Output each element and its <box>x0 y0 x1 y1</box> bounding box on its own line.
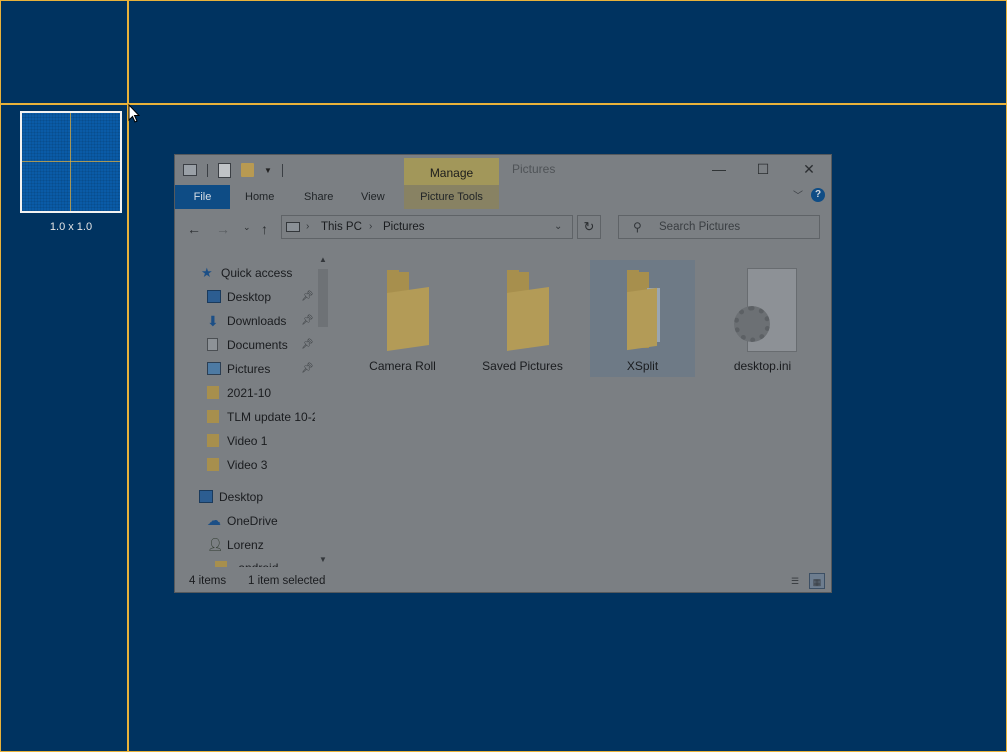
file-item-camera-roll[interactable]: Camera Roll <box>350 260 455 377</box>
mouse-cursor-icon <box>128 104 140 123</box>
folder-icon <box>207 434 219 447</box>
tab-view[interactable]: View <box>361 185 385 209</box>
file-item-saved-pictures[interactable]: Saved Pictures <box>470 260 575 377</box>
breadcrumb-separator: › <box>306 221 310 232</box>
desktop-icon <box>199 490 213 503</box>
file-item-desktop-ini[interactable]: desktop.ini <box>710 260 815 377</box>
search-input[interactable]: ⚲ Search Pictures <box>618 215 820 239</box>
large-icons-view-icon[interactable]: ▦ <box>809 573 825 589</box>
folder-icon <box>207 458 219 471</box>
desktop-icon <box>207 290 221 303</box>
expand-ribbon-chevron-icon[interactable]: ﹀ <box>793 187 803 202</box>
ribbon-tabs: File Home Share View Picture Tools <box>175 185 831 209</box>
document-icon <box>207 338 218 351</box>
window-system-icon[interactable] <box>183 164 197 176</box>
back-arrow-icon[interactable]: ← <box>187 221 201 237</box>
selection-count: 1 item selected <box>248 575 326 587</box>
file-item-xsplit[interactable]: XSplit <box>590 260 695 377</box>
folder-icon <box>215 561 227 567</box>
address-row: ← → ⌄ ↑ › This PC › Pictures ⌄ ↻ ⚲ Searc… <box>175 209 831 249</box>
search-icon: ⚲ <box>633 220 642 234</box>
pc-location-icon <box>286 222 300 232</box>
sidebar-item-documents[interactable]: Documents 📌︎ <box>207 335 314 355</box>
refresh-button[interactable]: ↻ <box>577 215 601 239</box>
star-icon: ★ <box>201 265 213 280</box>
pin-icon: 📌︎ <box>301 339 314 350</box>
title-bar: ▼ Manage Pictures — ☐ ✕ <box>175 155 831 185</box>
properties-icon[interactable] <box>218 162 231 178</box>
minimize-button[interactable]: — <box>702 158 736 180</box>
horizontal-guide-line <box>0 103 1007 105</box>
help-icon[interactable]: ? <box>811 187 825 202</box>
scrollbar-thumb[interactable] <box>318 269 328 327</box>
recent-locations-chevron-icon[interactable]: ⌄ <box>243 222 251 233</box>
ribbon-controls: ﹀ ? <box>793 187 825 202</box>
address-dropdown-chevron-icon[interactable]: ⌄ <box>554 221 562 232</box>
up-arrow-icon[interactable]: ↑ <box>261 221 268 237</box>
explorer-window: ▼ Manage Pictures — ☐ ✕ File Home Share … <box>175 155 831 592</box>
new-folder-icon[interactable] <box>241 163 254 177</box>
pin-icon: 📌︎ <box>301 363 314 374</box>
sidebar-item-pictures[interactable]: Pictures 📌︎ <box>207 359 314 379</box>
breadcrumb-this-pc[interactable]: This PC <box>321 221 362 233</box>
pin-icon: 📌︎ <box>301 315 314 326</box>
sidebar-item-desktop[interactable]: Desktop 📌︎ <box>207 287 314 307</box>
address-bar[interactable]: › This PC › Pictures ⌄ <box>281 215 573 239</box>
tab-picture-tools[interactable]: Picture Tools <box>404 185 499 209</box>
navigation-scrollbar[interactable]: ▲ ▼ <box>316 253 330 567</box>
breadcrumb-pictures[interactable]: Pictures <box>383 221 425 233</box>
folder-icon <box>627 287 657 351</box>
zoom-preview <box>20 111 122 213</box>
maximize-button[interactable]: ☐ <box>746 158 780 180</box>
customize-qat-chevron-down-icon[interactable]: ▼ <box>264 166 272 175</box>
scroll-up-arrow-icon[interactable]: ▲ <box>319 255 327 264</box>
gear-icon <box>734 306 770 342</box>
forward-arrow-icon[interactable]: → <box>216 221 230 237</box>
folder-icon <box>207 410 219 423</box>
scroll-down-arrow-icon[interactable]: ▼ <box>319 555 327 564</box>
navigation-pane: ★ Quick access Desktop 📌︎ ⬇ Downloads 📌︎… <box>175 251 331 567</box>
zoom-label: 1.0 x 1.0 <box>49 221 93 233</box>
tab-home[interactable]: Home <box>245 185 274 209</box>
folder-icon <box>207 386 219 399</box>
search-placeholder: Search Pictures <box>659 221 741 233</box>
status-bar: 4 items 1 item selected ☰ ▦ <box>175 572 831 592</box>
pin-icon: 📌︎ <box>301 291 314 302</box>
close-button[interactable]: ✕ <box>792 158 826 180</box>
details-view-icon[interactable]: ☰ <box>787 573 803 589</box>
breadcrumb-separator: › <box>369 221 373 232</box>
window-title: Pictures <box>512 162 556 176</box>
folder-icon <box>507 287 549 351</box>
manage-tab[interactable]: Manage <box>404 158 499 185</box>
file-list: Camera Roll Saved Pictures XSplit deskto… <box>333 251 831 567</box>
tab-share[interactable]: Share <box>304 185 333 209</box>
tab-file[interactable]: File <box>175 185 230 209</box>
sidebar-item-tlm-update[interactable]: TLM update 10-2 <box>207 407 315 427</box>
item-count: 4 items <box>189 575 227 587</box>
folder-icon <box>387 287 429 351</box>
quick-access-toolbar: ▼ <box>183 162 283 178</box>
sidebar-item-downloads[interactable]: ⬇ Downloads 📌︎ <box>207 311 314 331</box>
cloud-icon: ☁ <box>207 512 221 528</box>
download-icon: ⬇ <box>207 313 219 329</box>
pictures-icon <box>207 362 221 375</box>
user-icon: 👤︎ <box>207 537 224 552</box>
